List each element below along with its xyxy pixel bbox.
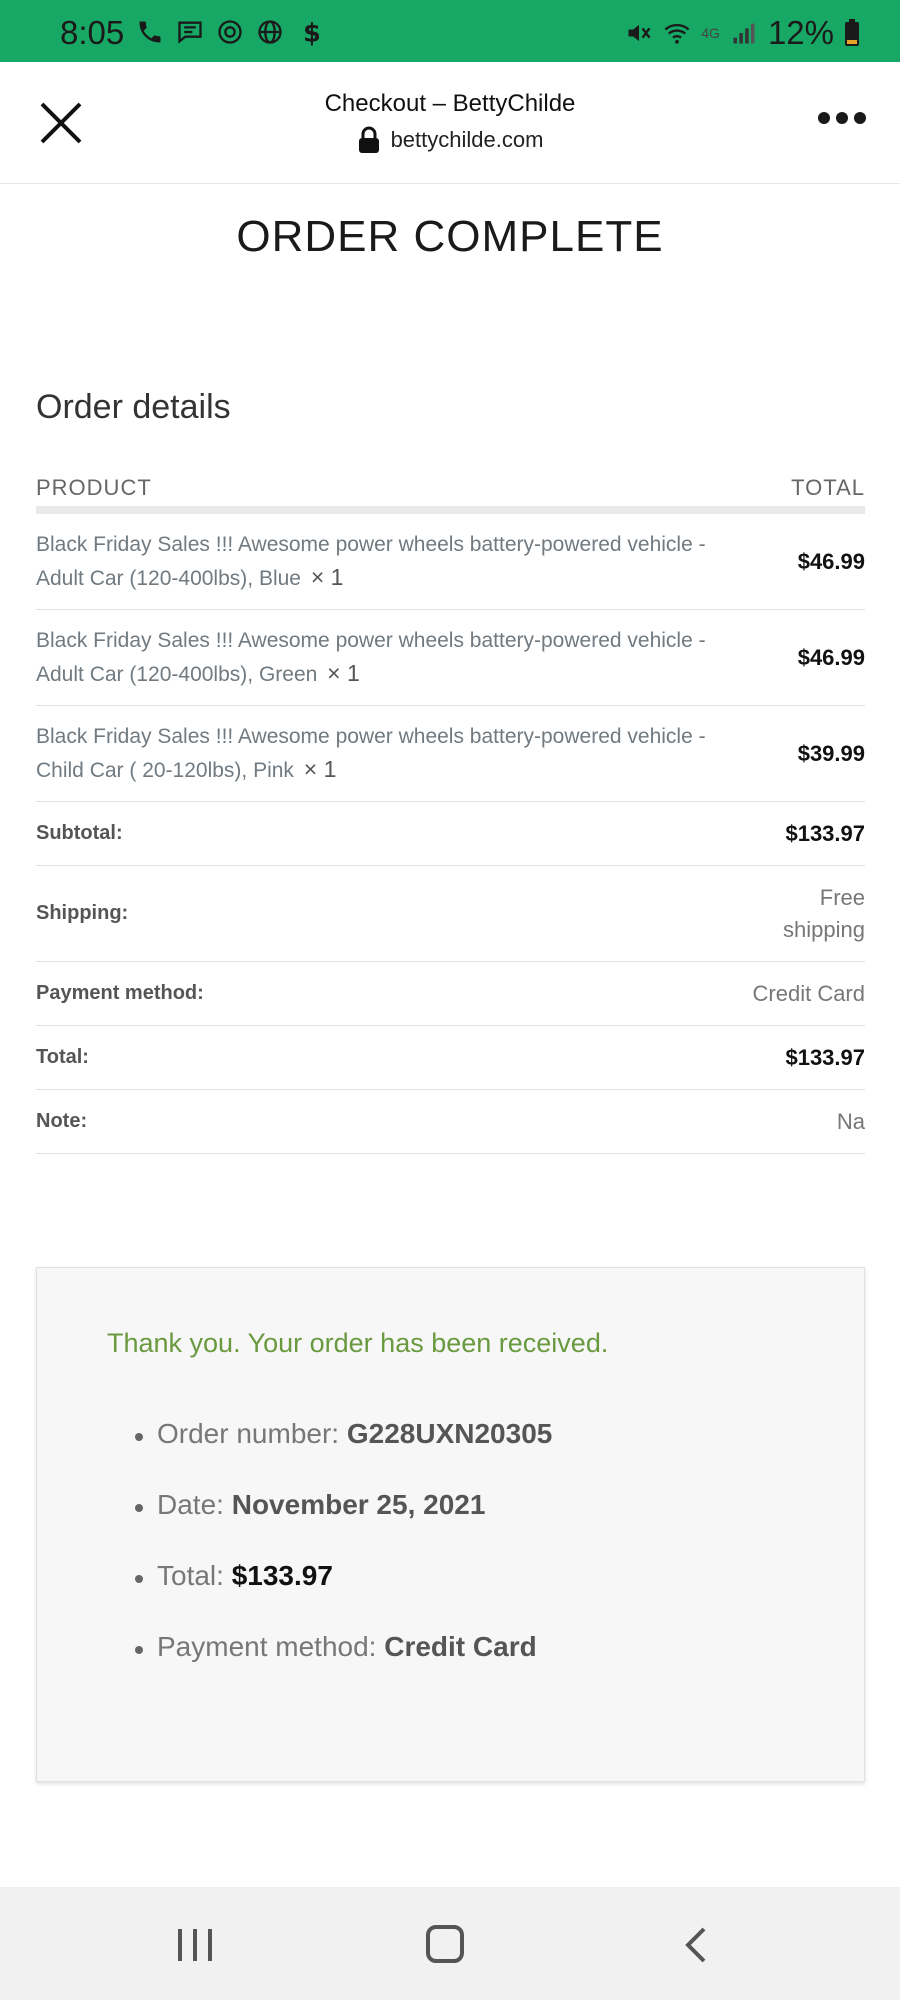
payment-method-label: Payment method:	[36, 982, 204, 1004]
table-row: Black Friday Sales !!! Awesome power whe…	[36, 514, 865, 610]
more-options-icon[interactable]	[818, 112, 866, 124]
overview-payment-label: Payment method:	[157, 1631, 377, 1662]
total-row: Total: $133.97	[36, 1026, 865, 1090]
overview-total-label: Total:	[157, 1560, 224, 1591]
overview-total-value: $133.97	[231, 1560, 333, 1591]
shipping-value: Free shipping	[783, 884, 865, 942]
table-row: Black Friday Sales !!! Awesome power whe…	[36, 706, 865, 802]
network-type-label: 4G	[701, 25, 720, 41]
table-row: Black Friday Sales !!! Awesome power whe…	[36, 610, 865, 706]
product-name[interactable]: Black Friday Sales !!! Awesome power whe…	[36, 629, 706, 686]
product-quantity: × 1	[327, 659, 360, 686]
thank-you-message: Thank you. Your order has been received.	[107, 1328, 609, 1358]
subtotal-row: Subtotal: $133.97	[36, 802, 865, 866]
subtotal-value: $133.97	[785, 820, 865, 846]
order-details-table: PRODUCT TOTAL Black Friday Sales !!! Awe…	[36, 470, 865, 1154]
globe-icon	[258, 20, 282, 44]
payment-method-value: Credit Card	[752, 980, 865, 1006]
mute-icon	[628, 24, 651, 42]
status-notification-icons: $	[136, 18, 324, 46]
list-item: Date: November 25, 2021	[134, 1489, 552, 1560]
date-label: Date:	[157, 1489, 224, 1520]
list-item: Payment method: Credit Card	[134, 1631, 552, 1702]
product-quantity: × 1	[303, 755, 337, 782]
order-received-box: Thank you. Your order has been received.…	[36, 1267, 865, 1782]
payment-method-row: Payment method: Credit Card	[36, 962, 865, 1026]
total-value: $133.97	[785, 1044, 865, 1070]
overview-payment-value: Credit Card	[384, 1631, 537, 1662]
back-icon[interactable]	[682, 1925, 710, 1965]
subtotal-label: Subtotal:	[36, 822, 123, 844]
product-total: $46.99	[797, 644, 865, 670]
order-details-section: Order details PRODUCT TOTAL Black Friday…	[36, 388, 865, 1154]
message-icon	[178, 21, 202, 44]
browser-tab-title: Checkout – BettyChilde	[324, 90, 576, 117]
product-name[interactable]: Black Friday Sales !!! Awesome power whe…	[36, 725, 706, 782]
signal-icon	[733, 23, 755, 44]
order-number-value: G228UXN20305	[346, 1418, 553, 1449]
recent-apps-icon[interactable]	[176, 1927, 214, 1963]
dollar-icon: $	[303, 18, 321, 46]
list-item: Order number: G228UXN20305	[134, 1418, 553, 1489]
battery-percent: 12%	[767, 14, 834, 51]
product-name[interactable]: Black Friday Sales !!! Awesome power whe…	[36, 533, 706, 590]
note-value: Na	[836, 1108, 865, 1134]
product-quantity: × 1	[310, 563, 344, 590]
lock-icon	[358, 126, 379, 153]
product-total: $39.99	[797, 740, 865, 766]
status-system-icons: 4G 12%	[625, 14, 860, 52]
table-header: PRODUCT TOTAL	[36, 470, 865, 514]
battery-icon	[845, 19, 859, 46]
page-title: ORDER COMPLETE	[236, 212, 664, 261]
system-navigation-bar	[0, 1887, 900, 2000]
product-total: $46.99	[797, 548, 865, 574]
note-label: Note:	[36, 1110, 88, 1132]
url-bar[interactable]: bettychilde.com	[0, 126, 900, 154]
status-time: 8:05	[60, 14, 125, 51]
sync-icon	[218, 20, 242, 44]
note-row: Note: Na	[36, 1090, 865, 1154]
order-overview-list: Order number: G228UXN20305 Date: Novembe…	[134, 1418, 553, 1702]
status-bar: 8:05 $ 4G 12%	[0, 0, 900, 62]
browser-header: Checkout – BettyChilde bettychilde.com	[0, 62, 900, 184]
order-number-label: Order number:	[157, 1418, 340, 1449]
shipping-row: Shipping: Free shipping	[36, 866, 865, 962]
date-value: November 25, 2021	[231, 1489, 486, 1520]
list-item: Total: $133.97	[134, 1560, 552, 1631]
phone-icon	[139, 21, 161, 43]
total-label: Total:	[36, 1046, 89, 1068]
order-details-heading: Order details	[36, 388, 231, 426]
wifi-icon	[664, 23, 690, 44]
home-icon[interactable]	[426, 1925, 464, 1963]
column-header-product: PRODUCT	[36, 475, 152, 500]
column-header-total: TOTAL	[791, 475, 865, 500]
shipping-label: Shipping:	[36, 902, 129, 924]
url-text: bettychilde.com	[390, 127, 544, 152]
svg-text:$: $	[303, 18, 321, 46]
